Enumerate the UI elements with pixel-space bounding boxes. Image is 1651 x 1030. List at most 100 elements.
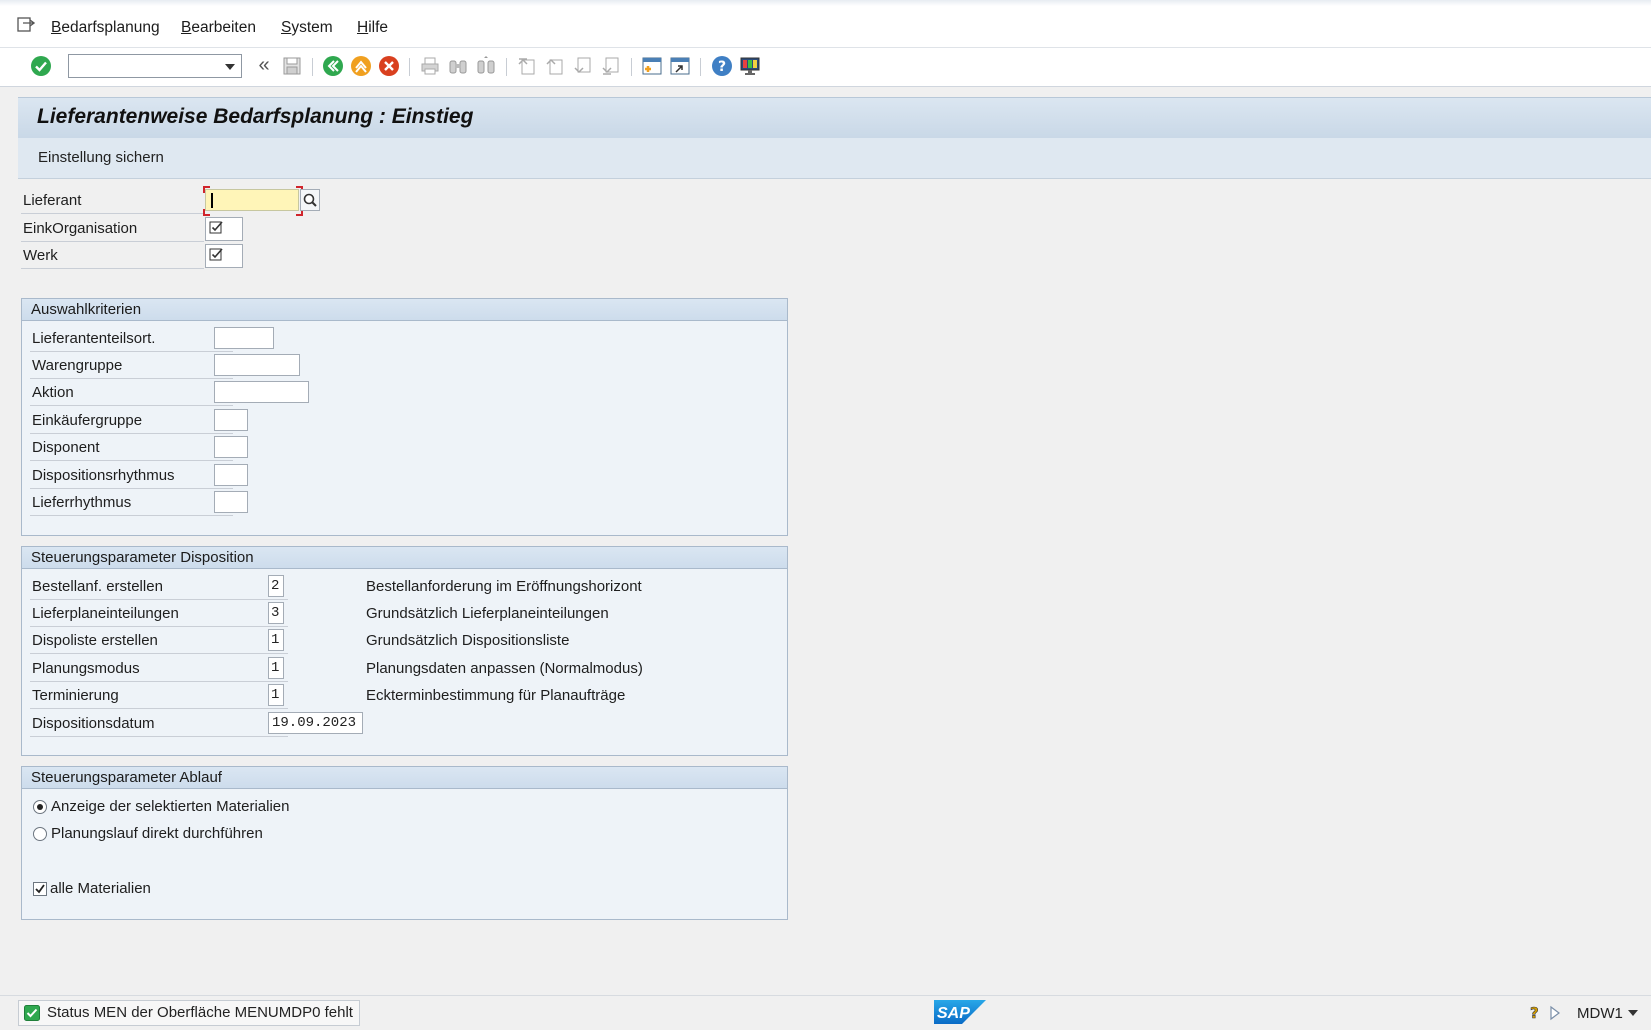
- radio-anzeige-label[interactable]: Anzeige der selektierten Materialien: [51, 798, 289, 815]
- menu-hilfe[interactable]: Hilfe: [357, 19, 388, 37]
- save-icon[interactable]: [281, 55, 303, 77]
- group-header: Steuerungsparameter Disposition: [22, 547, 787, 569]
- previous-page-icon[interactable]: [544, 55, 566, 77]
- werk-field[interactable]: [205, 244, 243, 268]
- bestellanf-description: Bestellanforderung im Eröffnungshorizont: [366, 578, 642, 595]
- menu-bar: Bedarfsplanung Bearbeiten System Hilfe: [0, 0, 1651, 48]
- menu-mnemonic: H: [357, 19, 369, 36]
- bestellanf-input[interactable]: 2: [268, 575, 284, 597]
- radio-planungslauf[interactable]: [33, 827, 47, 841]
- label-underline: [30, 515, 233, 516]
- dispositionsdatum-input[interactable]: 19.09.2023: [268, 712, 363, 734]
- sap-logo: SAP: [934, 1000, 986, 1024]
- command-field[interactable]: [68, 54, 242, 78]
- menu-system[interactable]: System: [281, 19, 333, 37]
- value-help-button[interactable]: [300, 189, 320, 211]
- einkorg-field[interactable]: [205, 217, 243, 241]
- create-session-icon[interactable]: [641, 55, 663, 77]
- status-message[interactable]: Status MEN der Oberfläche MENUMDP0 fehlt: [18, 1000, 360, 1026]
- exit-icon[interactable]: [350, 55, 372, 77]
- group-header: Steuerungsparameter Ablauf: [22, 767, 787, 789]
- group-header: Auswahlkriterien: [22, 299, 787, 321]
- dispoliste-description: Grundsätzlich Dispositionsliste: [366, 632, 570, 649]
- warengruppe-label: Warengruppe: [32, 357, 123, 374]
- status-bar: Status MEN der Oberfläche MENUMDP0 fehlt…: [0, 995, 1651, 1030]
- menu-bearbeiten[interactable]: Bearbeiten: [181, 19, 256, 37]
- toolbar-separator: [312, 58, 313, 76]
- einkaeufergruppe-label: Einkäufergruppe: [32, 412, 143, 429]
- bestellanf-label: Bestellanf. erstellen: [32, 578, 163, 595]
- save-settings-button[interactable]: Einstellung sichern: [38, 149, 164, 166]
- warengruppe-input[interactable]: [214, 354, 300, 376]
- lieferrhythmus-input[interactable]: [214, 491, 248, 513]
- last-page-icon[interactable]: [600, 55, 622, 77]
- menu-bedarfsplanung[interactable]: Bedarfsplanung: [51, 19, 160, 37]
- first-page-icon[interactable]: [516, 55, 538, 77]
- menu-icon[interactable]: [17, 17, 35, 33]
- lieferplaneinteilungen-label: Lieferplaneinteilungen: [32, 605, 179, 622]
- help-icon[interactable]: ?: [711, 55, 733, 77]
- menu-label: ilfe: [368, 19, 389, 36]
- shortcut-icon[interactable]: [669, 55, 691, 77]
- label-underline: [30, 433, 233, 434]
- next-page-icon[interactable]: [572, 55, 594, 77]
- lieferant-input[interactable]: [205, 189, 299, 211]
- disponent-label: Disponent: [32, 439, 100, 456]
- group-title: Steuerungsparameter Disposition: [31, 549, 254, 566]
- svg-text:SAP: SAP: [937, 1005, 970, 1022]
- label-underline: [30, 736, 288, 737]
- alle-materialien-label[interactable]: alle Materialien: [50, 880, 151, 897]
- customize-layout-icon[interactable]: [739, 55, 761, 77]
- planungsmodus-description: Planungsdaten anpassen (Normalmodus): [366, 660, 643, 677]
- collapse-double-left-icon[interactable]: «: [253, 55, 275, 77]
- radio-anzeige[interactable]: [33, 800, 47, 814]
- disponent-input[interactable]: [214, 436, 248, 458]
- group-title: Auswahlkriterien: [31, 301, 142, 318]
- label-underline: [30, 405, 233, 406]
- enter-icon[interactable]: [30, 55, 52, 77]
- checkmark-icon: [35, 884, 45, 894]
- find-next-icon[interactable]: [475, 55, 497, 77]
- label-underline: [30, 599, 288, 600]
- label-underline: [30, 488, 233, 489]
- menu-mnemonic: B: [181, 19, 192, 36]
- group-title: Steuerungsparameter Ablauf: [31, 769, 222, 786]
- lieferplaneinteilungen-input[interactable]: 3: [268, 602, 284, 624]
- status-message-text: Status MEN der Oberfläche MENUMDP0 fehlt: [47, 1004, 353, 1021]
- chevron-down-icon[interactable]: [1628, 1010, 1638, 1016]
- werk-label: Werk: [23, 247, 58, 264]
- radio-planungslauf-label[interactable]: Planungslauf direkt durchführen: [51, 825, 263, 842]
- label-underline: [30, 653, 288, 654]
- back-icon[interactable]: [322, 55, 344, 77]
- label-underline: [21, 241, 204, 242]
- label-underline: [30, 460, 233, 461]
- lieferantenteilsort-label: Lieferantenteilsort.: [32, 330, 156, 347]
- lieferantenteilsort-input[interactable]: [214, 327, 274, 349]
- einkaeufergruppe-input[interactable]: [214, 409, 248, 431]
- alle-materialien-checkbox[interactable]: [33, 882, 47, 896]
- label-underline: [30, 378, 233, 379]
- text-cursor: [211, 193, 213, 208]
- svg-text:?: ?: [718, 59, 726, 75]
- print-icon[interactable]: [419, 55, 441, 77]
- label-underline: [21, 268, 204, 269]
- label-underline: [30, 708, 288, 709]
- terminierung-input[interactable]: 1: [268, 684, 284, 706]
- chevron-down-icon[interactable]: [225, 64, 235, 70]
- auswahlkriterien-group: Auswahlkriterien Lieferantenteilsort. Wa…: [21, 298, 788, 536]
- lieferrhythmus-label: Lieferrhythmus: [32, 494, 132, 511]
- toolbar-separator: [506, 58, 507, 76]
- dispoliste-input[interactable]: 1: [268, 629, 284, 651]
- dispositionsrhythmus-input[interactable]: [214, 464, 248, 486]
- aktion-input[interactable]: [214, 381, 309, 403]
- dispoliste-label: Dispoliste erstellen: [32, 632, 158, 649]
- dispositionsdatum-label: Dispositionsdatum: [32, 715, 155, 732]
- cancel-icon[interactable]: [378, 55, 400, 77]
- help-icon[interactable]: ?: [1528, 1004, 1542, 1022]
- play-icon[interactable]: [1549, 1005, 1561, 1021]
- find-icon[interactable]: [447, 55, 469, 77]
- label-underline: [30, 626, 288, 627]
- dispositionsrhythmus-label: Dispositionsrhythmus: [32, 467, 175, 484]
- steuerungsparameter-ablauf-group: Steuerungsparameter Ablauf Anzeige der s…: [21, 766, 788, 920]
- planungsmodus-input[interactable]: 1: [268, 657, 284, 679]
